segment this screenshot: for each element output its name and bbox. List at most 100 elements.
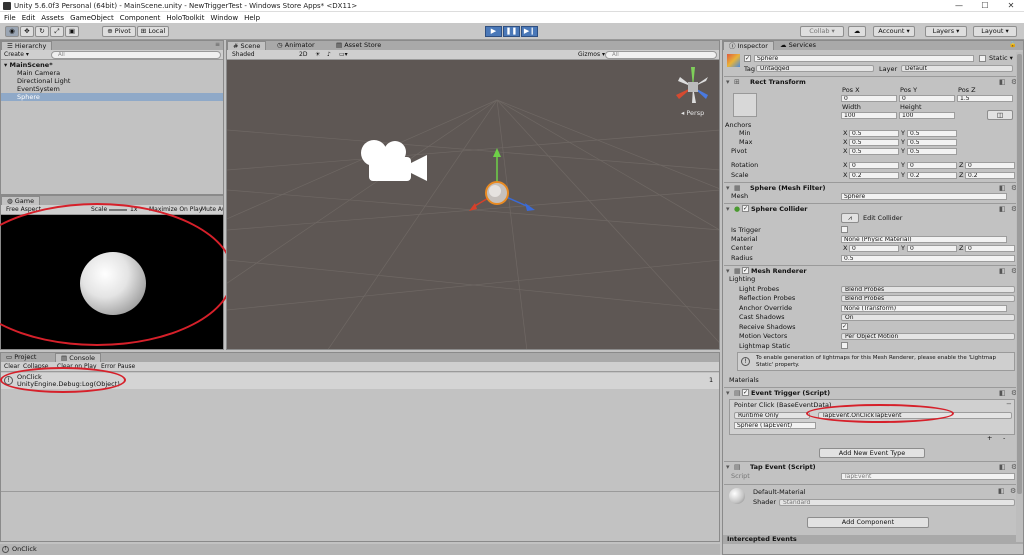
menu-gameobject[interactable]: GameObject: [70, 14, 114, 22]
step-button[interactable]: ▶❙: [521, 26, 538, 37]
close-button[interactable]: ✕: [998, 0, 1024, 12]
rect-tool-icon[interactable]: ▣: [65, 26, 79, 37]
center-x-field[interactable]: 0: [849, 245, 899, 252]
sphere-collider-header[interactable]: ▾ ● ✓ Sphere Collider ◧ ⚙: [724, 203, 1022, 214]
menu-file[interactable]: File: [4, 14, 16, 22]
cloud-icon[interactable]: ☁: [848, 26, 866, 37]
receive-shadows-checkbox[interactable]: ✓: [841, 323, 848, 330]
pos-x-field[interactable]: 0: [841, 95, 897, 102]
lightmap-static-checkbox[interactable]: [841, 342, 848, 349]
rotation-x-field[interactable]: 0: [849, 162, 899, 169]
shader-dropdown[interactable]: Standard: [779, 499, 1015, 506]
tab-hierarchy[interactable]: ☰ Hierarchy: [1, 41, 53, 50]
hierarchy-item-main-camera[interactable]: Main Camera: [1, 69, 223, 77]
rotation-z-field[interactable]: 0: [965, 162, 1015, 169]
lighting-foldout[interactable]: Lighting: [729, 275, 755, 283]
renderer-enabled-checkbox[interactable]: ✓: [742, 267, 749, 274]
menu-window[interactable]: Window: [210, 14, 238, 22]
materials-foldout[interactable]: Materials: [729, 376, 759, 384]
collab-button[interactable]: Collab ▾: [800, 26, 844, 37]
local-toggle[interactable]: ⊞ Local: [137, 26, 169, 37]
remove-listener-button[interactable]: -: [1003, 434, 1005, 442]
hierarchy-item-eventsystem[interactable]: EventSystem: [1, 85, 223, 93]
anchor-min-y-field[interactable]: 0.5: [907, 130, 957, 137]
lighting-toggle-icon[interactable]: ☀: [315, 51, 320, 59]
pivot-y-field[interactable]: 0.5: [907, 148, 957, 155]
help-icon[interactable]: ◧: [998, 487, 1005, 495]
active-checkbox[interactable]: ✓: [744, 55, 751, 62]
pause-button[interactable]: ❚❚: [503, 26, 520, 37]
center-y-field[interactable]: 0: [907, 245, 957, 252]
event-trigger-enabled-checkbox[interactable]: ✓: [742, 389, 749, 396]
anchor-override-field[interactable]: None (Transform): [841, 305, 1007, 312]
2d-toggle[interactable]: 2D: [299, 51, 307, 59]
pos-y-field[interactable]: 0: [899, 95, 955, 102]
add-component-button[interactable]: Add Component: [807, 517, 929, 528]
tab-services[interactable]: ☁ Services: [775, 41, 821, 50]
rect-transform-header[interactable]: ▾ ⊞ Rect Transform ◧ ⚙: [724, 76, 1022, 87]
scale-tool-icon[interactable]: ⤢: [50, 26, 64, 37]
help-icon[interactable]: ◧: [999, 267, 1006, 275]
center-z-field[interactable]: 0: [965, 245, 1015, 252]
runtime-dropdown[interactable]: Runtime Only: [734, 412, 810, 419]
play-button[interactable]: ▶: [485, 26, 502, 37]
anchor-max-x-field[interactable]: 0.5: [849, 139, 899, 146]
intercepted-events-bar[interactable]: Intercepted Events: [723, 535, 1023, 544]
audio-toggle-icon[interactable]: ♪: [327, 51, 331, 59]
tab-game[interactable]: ◍ Game: [1, 196, 41, 205]
tab-asset-store[interactable]: ▤ Asset Store: [331, 41, 387, 50]
rotation-y-field[interactable]: 0: [907, 162, 957, 169]
layers-dropdown[interactable]: Layers ▾: [925, 26, 967, 37]
panel-menu-icon[interactable]: ≡: [215, 41, 220, 49]
create-dropdown[interactable]: Create ▾: [4, 51, 29, 59]
mute-audio-toggle[interactable]: Mute Au: [201, 206, 223, 214]
help-icon[interactable]: ◧: [999, 205, 1006, 213]
event-trigger-header[interactable]: ▾ ▤ ✓ Event Trigger (Script) ◧ ⚙: [724, 387, 1022, 398]
mesh-field[interactable]: Sphere: [841, 193, 1007, 200]
scene-search-input[interactable]: All: [605, 51, 717, 59]
tag-dropdown[interactable]: Untagged: [756, 65, 874, 72]
raw-edit-button[interactable]: ◫: [987, 110, 1013, 120]
help-icon[interactable]: ◧: [999, 78, 1006, 86]
help-icon[interactable]: ◧: [999, 389, 1006, 397]
account-dropdown[interactable]: Account ▾: [873, 26, 915, 37]
pivot-toggle[interactable]: ⊕ Pivot: [102, 26, 136, 37]
layout-dropdown[interactable]: Layout ▾: [973, 26, 1017, 37]
is-trigger-checkbox[interactable]: [841, 226, 848, 233]
help-icon[interactable]: ◧: [999, 463, 1006, 471]
add-listener-button[interactable]: +: [987, 434, 992, 442]
tab-scene[interactable]: # Scene: [227, 41, 267, 50]
rotate-tool-icon[interactable]: ↻: [35, 26, 49, 37]
move-tool-icon[interactable]: ✥: [20, 26, 34, 37]
mesh-filter-header[interactable]: ▾ ▦ Sphere (Mesh Filter) ◧ ⚙: [724, 182, 1022, 193]
hierarchy-search-input[interactable]: All: [51, 51, 221, 59]
menu-component[interactable]: Component: [120, 14, 161, 22]
width-field[interactable]: 100: [841, 112, 897, 119]
reflection-probes-dropdown[interactable]: Blend Probes: [841, 295, 1015, 302]
scene-root-row[interactable]: ▾ MainScene*: [1, 61, 223, 69]
scale-x-field[interactable]: 0.2: [849, 172, 899, 179]
effects-toggle-icon[interactable]: ▭▾: [339, 51, 348, 59]
add-new-event-type-button[interactable]: Add New Event Type: [819, 448, 925, 458]
tab-project[interactable]: ▭ Project: [1, 353, 42, 362]
anchors-label[interactable]: Anchors: [725, 121, 751, 129]
inspector-scrollbar[interactable]: [1016, 52, 1023, 542]
height-field[interactable]: 100: [899, 112, 955, 119]
menu-holotoolkit[interactable]: HoloToolkit: [166, 14, 204, 22]
static-dropdown[interactable]: Static ▾: [989, 54, 1013, 62]
hierarchy-item-directional-light[interactable]: Directional Light: [1, 77, 223, 85]
menu-help[interactable]: Help: [244, 14, 260, 22]
gizmos-dropdown[interactable]: Gizmos ▾: [578, 51, 605, 59]
target-object-field[interactable]: Sphere (TapEvent): [734, 422, 816, 429]
object-name-field[interactable]: Sphere: [754, 55, 974, 62]
remove-event-icon[interactable]: −: [1006, 400, 1012, 408]
maximize-button[interactable]: ☐: [972, 0, 998, 12]
clear-button[interactable]: Clear: [4, 363, 20, 371]
inspector-scrollbar-thumb[interactable]: [1017, 54, 1022, 494]
menu-assets[interactable]: Assets: [41, 14, 64, 22]
cast-shadows-dropdown[interactable]: On: [841, 314, 1015, 321]
tab-console[interactable]: ▤ Console: [55, 353, 102, 362]
light-probes-dropdown[interactable]: Blend Probes: [841, 286, 1015, 293]
radius-field[interactable]: 0.5: [841, 255, 1015, 262]
pos-z-field[interactable]: 1.5: [957, 95, 1013, 102]
